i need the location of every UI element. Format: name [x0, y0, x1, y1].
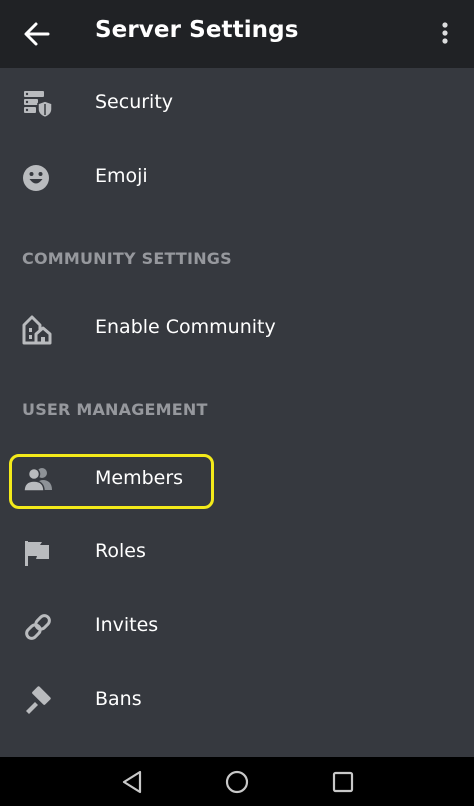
back-button[interactable] — [18, 16, 56, 52]
more-options-button[interactable] — [432, 18, 458, 50]
section-heading-community: COMMUNITY SETTINGS — [22, 249, 232, 268]
arrow-left-icon — [24, 22, 50, 46]
settings-item-enable-community[interactable]: Enable Community — [0, 298, 474, 360]
settings-item-label: Enable Community — [95, 316, 276, 338]
smiley-icon — [22, 162, 54, 194]
home-circle-icon — [225, 770, 249, 794]
settings-item-bans[interactable]: Bans — [0, 670, 474, 732]
settings-item-members[interactable]: Members — [0, 449, 474, 511]
nav-recents-button[interactable] — [328, 767, 358, 797]
more-vertical-icon — [442, 22, 448, 44]
flag-icon — [22, 537, 54, 569]
settings-item-label: Security — [95, 91, 174, 113]
nav-back-button[interactable] — [118, 767, 148, 797]
settings-item-label: Roles — [95, 540, 146, 562]
settings-item-emoji[interactable]: Emoji — [0, 147, 474, 209]
settings-item-label: Emoji — [95, 165, 148, 187]
community-houses-icon — [22, 313, 54, 345]
settings-item-label: Members — [95, 467, 184, 489]
people-icon — [22, 464, 54, 496]
settings-item-security[interactable]: Security — [0, 73, 474, 135]
back-triangle-icon — [122, 770, 142, 794]
shield-list-icon — [22, 88, 54, 120]
section-heading-user-management: USER MANAGEMENT — [22, 400, 208, 419]
link-icon — [22, 611, 54, 643]
recents-square-icon — [332, 771, 354, 793]
page-title: Server Settings — [95, 17, 299, 43]
settings-item-label: Bans — [95, 688, 142, 710]
settings-item-invites[interactable]: Invites — [0, 596, 474, 658]
settings-item-roles[interactable]: Roles — [0, 522, 474, 584]
nav-home-button[interactable] — [222, 767, 252, 797]
settings-item-label: Invites — [95, 614, 159, 636]
system-nav-bar — [0, 757, 474, 806]
app-bar: Server Settings — [0, 0, 474, 68]
hammer-icon — [22, 685, 54, 717]
